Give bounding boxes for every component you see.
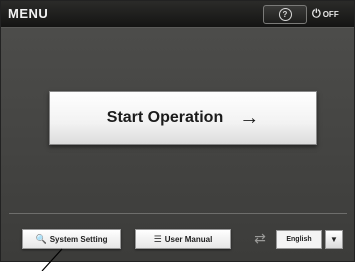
menu-title: MENU: [8, 6, 49, 21]
user-manual-button[interactable]: ☰ User Manual: [135, 229, 231, 249]
arrow-right-icon: →: [239, 107, 260, 129]
power-off-button[interactable]: ⏻ OFF: [312, 7, 339, 21]
manual-icon: ☰: [153, 233, 162, 244]
menu-screen: MENU ? ⏻ OFF Start Operation → 🔍 System …: [0, 0, 355, 262]
system-setting-label: System Setting: [49, 234, 108, 244]
system-setting-button[interactable]: 🔍 System Setting: [22, 229, 121, 249]
power-off-label: OFF: [322, 9, 339, 19]
start-operation-label: Start Operation: [106, 109, 224, 126]
language-select[interactable]: English ▼: [276, 230, 344, 249]
help-button[interactable]: ?: [263, 5, 307, 24]
help-icon: ?: [278, 8, 292, 21]
language-value: English: [276, 230, 322, 249]
dropdown-arrow-icon[interactable]: ▼: [325, 230, 343, 249]
user-manual-label: User Manual: [164, 234, 213, 244]
divider: [9, 213, 347, 214]
top-bar: MENU ? ⏻ OFF: [1, 1, 354, 28]
start-operation-button[interactable]: Start Operation →: [49, 91, 317, 145]
power-icon: ⏻: [312, 7, 321, 20]
language-icon: ⇄: [254, 230, 266, 246]
wrench-icon: 🔍: [35, 233, 47, 244]
